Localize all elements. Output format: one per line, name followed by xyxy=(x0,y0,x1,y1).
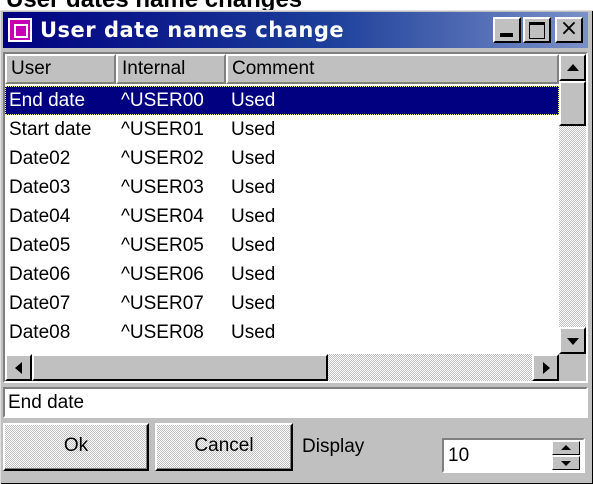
list-row[interactable]: Date04 ^USER04 Used xyxy=(5,202,559,231)
vertical-scroll-thumb[interactable] xyxy=(559,81,586,126)
list-row[interactable]: Date02 ^USER02 Used xyxy=(5,144,559,173)
vertical-scroll-track[interactable] xyxy=(559,81,586,327)
horizontal-scroll-thumb[interactable] xyxy=(32,354,328,381)
arrow-right-icon xyxy=(543,362,550,374)
cell-comment: Used xyxy=(231,264,276,285)
cell-comment: Used xyxy=(231,177,276,198)
list-row[interactable]: End date ^USER00 Used xyxy=(5,86,559,115)
dialog-app-icon[interactable] xyxy=(8,18,32,42)
cell-internal: ^USER08 xyxy=(121,322,204,343)
arrow-down-icon xyxy=(561,461,571,466)
column-header-comment[interactable]: Comment xyxy=(226,54,559,84)
horizontal-scroll-track[interactable] xyxy=(32,354,532,381)
maximize-button[interactable] xyxy=(523,17,551,43)
cell-internal: ^USER04 xyxy=(121,206,204,227)
name-edit-field[interactable] xyxy=(3,387,588,418)
arrow-left-icon xyxy=(15,362,22,374)
cell-user: Date03 xyxy=(9,177,71,198)
cell-internal: ^USER01 xyxy=(121,119,204,140)
cell-user: Start date xyxy=(9,119,92,140)
spinner-buttons xyxy=(552,441,580,470)
arrow-up-icon xyxy=(561,445,571,450)
title-bar[interactable]: User date names change × xyxy=(3,12,588,48)
cell-user: Date05 xyxy=(9,235,71,256)
minimize-button[interactable] xyxy=(493,17,521,43)
ok-button[interactable]: Ok xyxy=(3,423,149,471)
cell-user: Date08 xyxy=(9,322,71,343)
window-title: User date names change xyxy=(40,18,345,42)
cell-comment: Used xyxy=(231,235,276,256)
display-value[interactable]: 10 xyxy=(448,443,469,469)
scroll-down-button[interactable] xyxy=(559,327,586,354)
spinner-up-button[interactable] xyxy=(552,441,580,455)
cell-internal: ^USER06 xyxy=(121,264,204,285)
close-icon: × xyxy=(559,16,579,41)
cell-comment: Used xyxy=(231,148,276,169)
scroll-right-button[interactable] xyxy=(532,354,559,381)
cell-user: Date06 xyxy=(9,264,71,285)
close-button[interactable]: × xyxy=(555,17,583,43)
column-header-user[interactable]: User xyxy=(5,54,116,84)
list-row[interactable]: Start date ^USER01 Used xyxy=(5,115,559,144)
scrollbar-corner xyxy=(559,354,586,381)
arrow-up-icon xyxy=(567,64,579,71)
cell-comment: Used xyxy=(231,90,276,111)
cell-user: Date02 xyxy=(9,148,71,169)
cell-internal: ^USER00 xyxy=(121,90,204,111)
cell-user: End date xyxy=(9,90,86,111)
scroll-up-button[interactable] xyxy=(559,54,586,81)
cell-comment: Used xyxy=(231,119,276,140)
display-label: Display xyxy=(302,436,365,457)
display-spinner[interactable]: 10 xyxy=(442,438,585,473)
scroll-left-button[interactable] xyxy=(5,354,32,381)
focus-rect xyxy=(5,86,559,115)
cell-comment: Used xyxy=(231,322,276,343)
cell-internal: ^USER07 xyxy=(121,293,204,314)
list-row[interactable]: Date08 ^USER08 Used xyxy=(5,318,559,347)
user-dates-list[interactable]: User Internal Comment End date ^USER00 Use… xyxy=(3,52,588,383)
list-row[interactable]: Date07 ^USER07 Used xyxy=(5,289,559,318)
list-row[interactable]: Date06 ^USER06 Used xyxy=(5,260,559,289)
cell-internal: ^USER03 xyxy=(121,177,204,198)
spinner-down-button[interactable] xyxy=(552,456,580,470)
vertical-scrollbar[interactable] xyxy=(559,54,586,354)
dialog-window: User date names change × User Internal C… xyxy=(0,10,593,484)
arrow-down-icon xyxy=(567,338,579,345)
cell-comment: Used xyxy=(231,206,276,227)
cell-internal: ^USER02 xyxy=(121,148,204,169)
cell-user: Date07 xyxy=(9,293,71,314)
cell-user: Date04 xyxy=(9,206,71,227)
cell-comment: Used xyxy=(231,293,276,314)
list-header: User Internal Comment xyxy=(5,54,559,84)
column-header-internal[interactable]: Internal xyxy=(116,54,226,84)
list-row[interactable]: Date03 ^USER03 Used xyxy=(5,173,559,202)
cell-internal: ^USER05 xyxy=(121,235,204,256)
list-row[interactable]: Date05 ^USER05 Used xyxy=(5,231,559,260)
horizontal-scrollbar[interactable] xyxy=(5,354,559,381)
cancel-button[interactable]: Cancel xyxy=(155,423,293,471)
